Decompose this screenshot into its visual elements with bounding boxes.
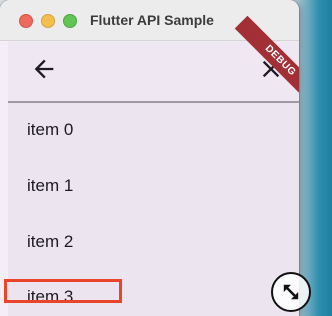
app-window: Flutter API Sample item 0 item 1 item 2 …: [0, 0, 299, 316]
list-item[interactable]: item 2: [27, 232, 73, 252]
list-item[interactable]: item 1: [27, 176, 73, 196]
window-title: Flutter API Sample: [90, 12, 214, 28]
arrow-back-icon[interactable]: [30, 55, 58, 83]
window-edge: [0, 41, 8, 316]
zoom-window-button[interactable]: [63, 14, 77, 28]
resize-cursor-icon: [271, 272, 311, 312]
list-item[interactable]: item 0: [27, 120, 73, 140]
highlight-box: [4, 279, 122, 303]
minimize-window-button[interactable]: [41, 14, 55, 28]
close-window-button[interactable]: [19, 14, 33, 28]
app-bar: [8, 41, 299, 102]
